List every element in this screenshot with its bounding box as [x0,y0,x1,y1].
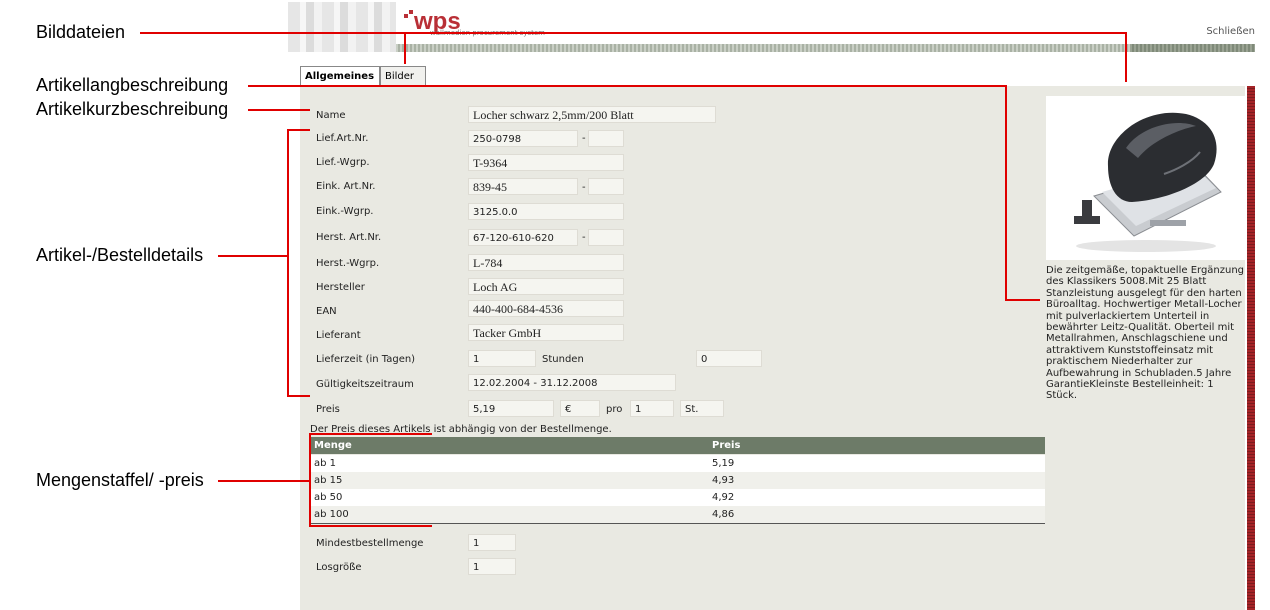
annotation-bracket-details [287,129,310,397]
annotation-bracket-mengenstaffel [309,433,432,527]
annotation-line-artikellang [248,85,1040,301]
annotation-lines [140,32,1127,527]
annotation-line-bilddateien [140,32,1127,82]
